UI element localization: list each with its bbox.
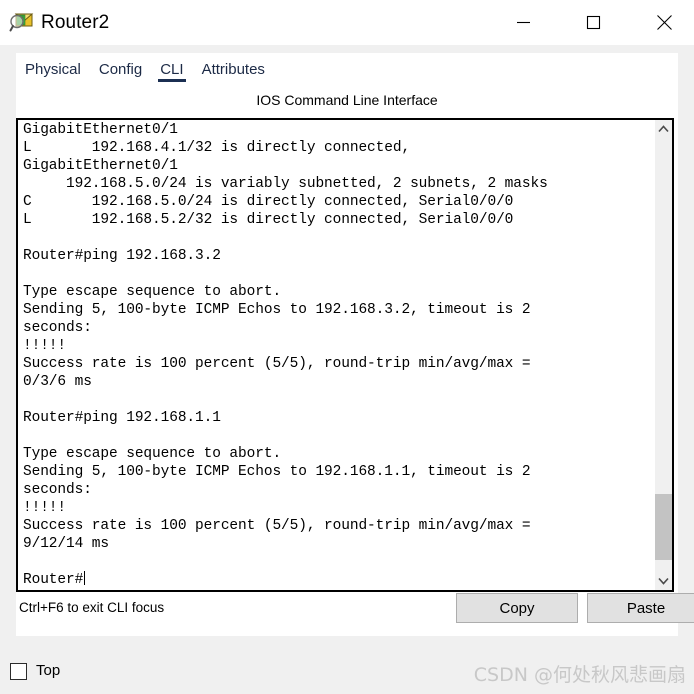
cli-panel: IOS Command Line Interface GigabitEthern… bbox=[16, 86, 694, 636]
terminal-container[interactable]: GigabitEthernet0/1 L 192.168.4.1/32 is d… bbox=[16, 118, 674, 592]
panel-title: IOS Command Line Interface bbox=[256, 92, 438, 108]
tab-attributes[interactable]: Attributes bbox=[193, 53, 274, 86]
minimize-icon bbox=[516, 21, 530, 24]
chevron-down-icon bbox=[658, 577, 669, 585]
maximize-button[interactable] bbox=[570, 0, 616, 45]
title-bar: Router2 bbox=[0, 0, 694, 45]
scroll-up-button[interactable] bbox=[655, 120, 672, 138]
scrollbar-thumb[interactable] bbox=[655, 494, 672, 560]
tab-label: CLI bbox=[160, 61, 184, 78]
copy-button-label: Copy bbox=[499, 599, 535, 617]
tab-physical[interactable]: Physical bbox=[16, 53, 90, 86]
terminal-output[interactable]: GigabitEthernet0/1 L 192.168.4.1/32 is d… bbox=[18, 120, 654, 590]
terminal-scrollbar[interactable] bbox=[654, 120, 672, 590]
tab-config[interactable]: Config bbox=[90, 53, 151, 86]
router-cli-window: Router2 Physical Config CLI Attributes I… bbox=[0, 0, 694, 694]
minimize-button[interactable] bbox=[500, 0, 546, 45]
window-title: Router2 bbox=[41, 11, 110, 33]
top-checkbox-label: Top bbox=[36, 662, 61, 679]
close-icon bbox=[656, 15, 672, 30]
chevron-up-icon bbox=[658, 125, 669, 133]
envelope-magnifier-icon bbox=[9, 10, 35, 36]
watermark: CSDN @何处秋风悲画扇 bbox=[473, 664, 686, 686]
tab-cli[interactable]: CLI bbox=[151, 53, 192, 86]
scroll-down-button[interactable] bbox=[655, 572, 672, 590]
top-checkbox[interactable] bbox=[10, 663, 27, 680]
close-button[interactable] bbox=[641, 0, 687, 45]
copy-button[interactable]: Copy bbox=[456, 593, 578, 623]
bottom-bar: Top CSDN @何处秋风悲画扇 bbox=[0, 645, 694, 694]
tab-label: Attributes bbox=[201, 61, 265, 78]
terminal-cursor bbox=[84, 571, 86, 585]
maximize-icon bbox=[586, 15, 600, 30]
tab-label: Config bbox=[98, 61, 143, 78]
terminal-prompt: Router# bbox=[23, 572, 84, 588]
tab-label: Physical bbox=[25, 61, 81, 78]
tab-strip: Physical Config CLI Attributes bbox=[16, 53, 678, 86]
paste-button[interactable]: Paste bbox=[587, 593, 694, 623]
paste-button-label: Paste bbox=[626, 599, 666, 617]
cli-focus-hint: Ctrl+F6 to exit CLI focus bbox=[19, 600, 165, 615]
active-tab-underline bbox=[158, 79, 186, 82]
